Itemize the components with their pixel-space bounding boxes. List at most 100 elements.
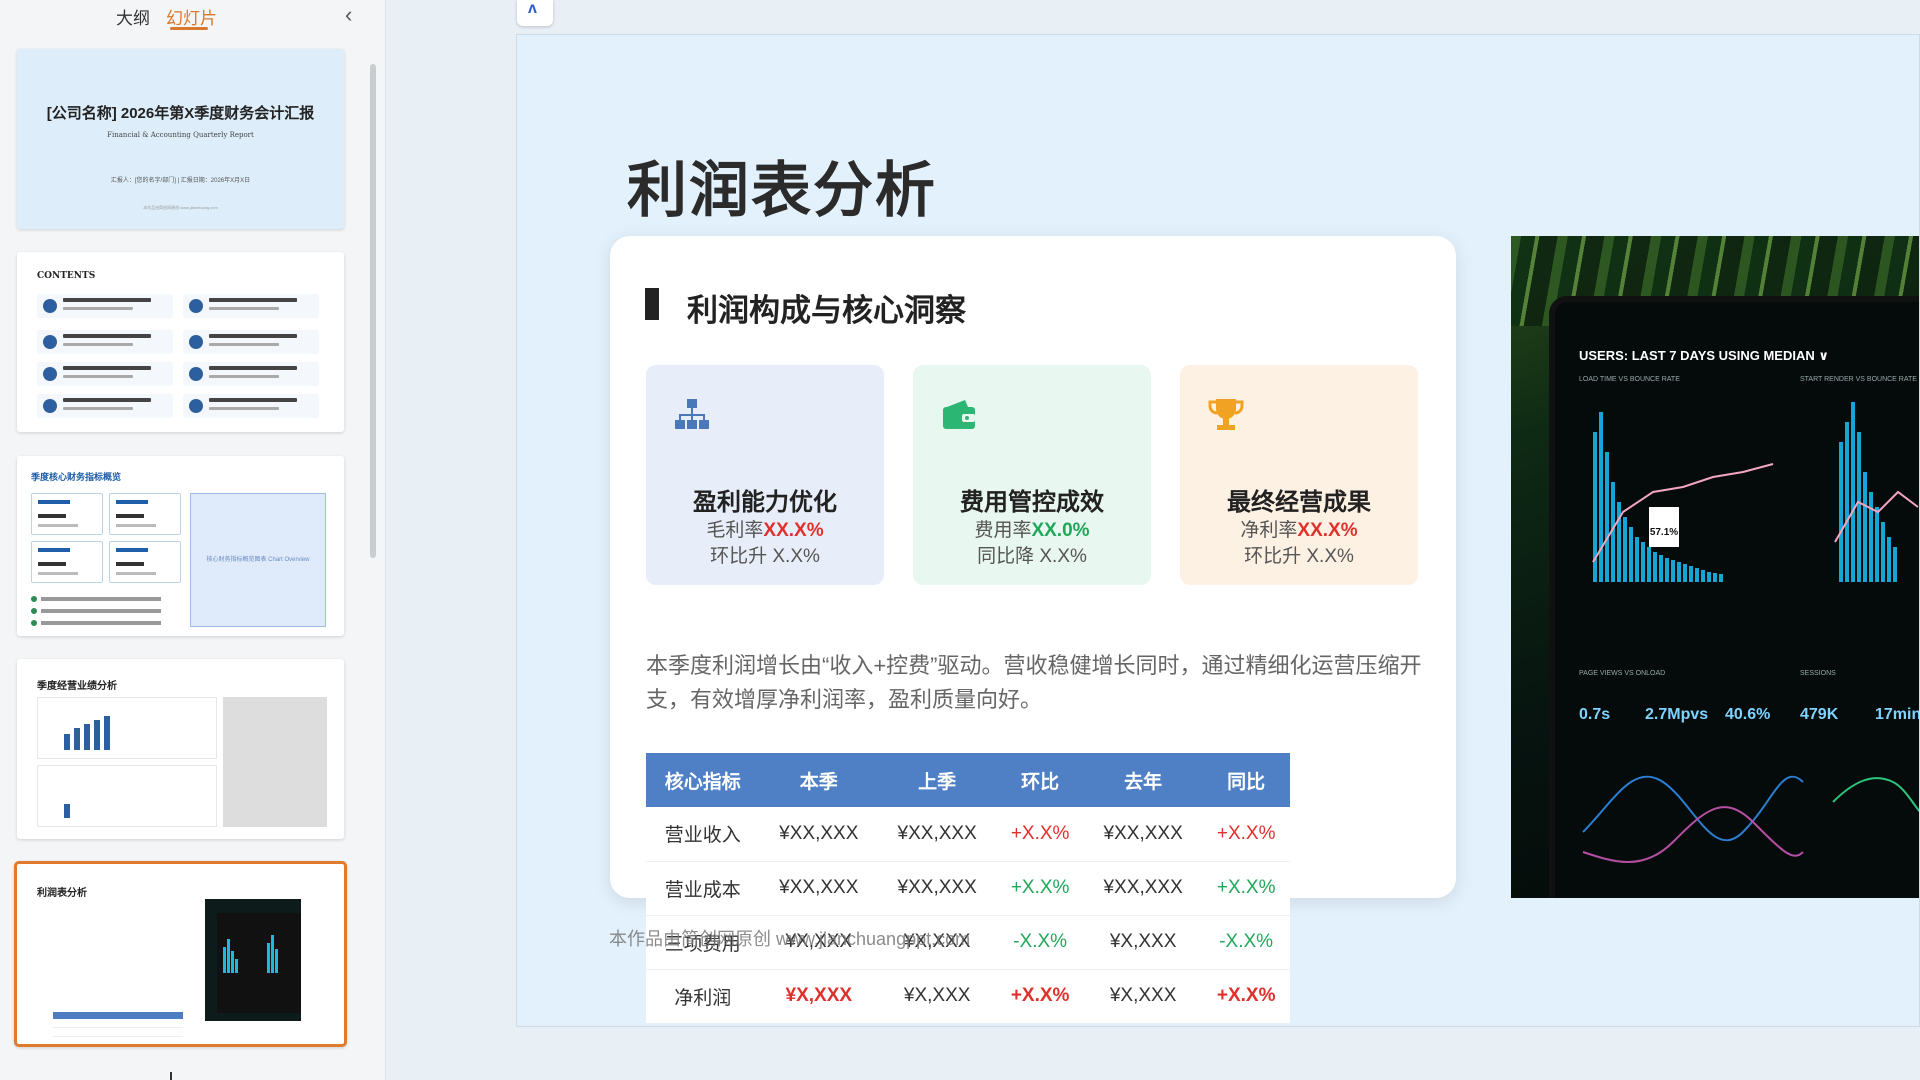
contents-item bbox=[183, 362, 319, 386]
app-logo[interactable]: ʌ bbox=[517, 0, 553, 26]
value-callout: 57.1% bbox=[1649, 507, 1679, 547]
table-header: 上季 bbox=[877, 753, 997, 807]
contents-item bbox=[183, 294, 319, 318]
kpi-title: 最终经营成果 bbox=[1227, 489, 1371, 516]
kpi-value: XX.X% bbox=[1297, 520, 1358, 541]
mini-photo bbox=[205, 899, 301, 1021]
kpi-card-cost-control: 费用管控成效 费用率XX.0% 同比降 X.X% bbox=[913, 365, 1151, 585]
mini-table bbox=[53, 1012, 183, 1044]
monitor-line-chart bbox=[1582, 775, 1919, 863]
table-row: 营业成本 ¥XX,XXX ¥XX,XXX +X.X% ¥XX,XXX +X.X% bbox=[646, 861, 1290, 916]
sessions-label: SESSIONS bbox=[1800, 670, 1836, 677]
table-cell: +X.X% bbox=[996, 861, 1084, 916]
kpi-label: 费用率 bbox=[974, 520, 1032, 541]
slide-panel: 大纲 幻灯片 ‹ [公司名称] 2026年第X季度财务会计汇报 Financia… bbox=[0, 0, 386, 1080]
placeholder-label: 核心财务指标概览图表 Chart Overview bbox=[206, 557, 310, 563]
contents-item bbox=[37, 294, 173, 318]
bullet-row bbox=[31, 620, 179, 626]
table-cell: ¥XX,XXX bbox=[1083, 861, 1203, 916]
table-header: 同比 bbox=[1202, 753, 1290, 807]
bullet-row bbox=[31, 596, 179, 602]
image-placeholder bbox=[223, 697, 327, 827]
stat-value: 40.6% bbox=[1725, 706, 1771, 723]
chart-panel bbox=[37, 697, 217, 759]
slide-thumbnail-4[interactable]: 季度经营业绩分析 bbox=[17, 659, 344, 839]
org-chart-icon bbox=[675, 399, 709, 429]
slide-thumbnail-5-selected[interactable]: 利润表分析 bbox=[14, 861, 347, 1047]
table-cell: +X.X% bbox=[1216, 985, 1276, 1007]
slide-thumbnail-3[interactable]: 季度核心财务指标概览 核心财务指标概览图表 Chart Overview bbox=[17, 456, 344, 636]
panel-footer-mark bbox=[170, 1072, 172, 1080]
monitor: USERS: LAST 7 DAYS USING MEDIAN ∨ LOAD T… bbox=[1549, 296, 1920, 898]
table-cell: ¥X,XXX bbox=[1083, 915, 1203, 970]
thumb-title: 利润表分析 bbox=[37, 888, 87, 899]
kpi-title: 费用管控成效 bbox=[960, 489, 1104, 516]
thumb-title: [公司名称] 2026年第X季度财务会计汇报 bbox=[46, 105, 315, 122]
metric-card bbox=[31, 493, 103, 535]
section-title: 利润构成与核心洞察 bbox=[687, 293, 966, 328]
kpi-card-final-result: 最终经营成果 净利率XX.X% 环比升 X.X% bbox=[1180, 365, 1418, 585]
table-row: 营业收入 ¥XX,XXX ¥XX,XXX +X.X% ¥XX,XXX +X.X% bbox=[646, 807, 1290, 862]
kpi-label: 净利率 bbox=[1240, 520, 1298, 541]
table-header-row: 核心指标 本季 上季 环比 去年 同比 bbox=[646, 753, 1290, 807]
contents-item bbox=[37, 362, 173, 386]
contents-item bbox=[37, 330, 173, 354]
thumb-title: 季度核心财务指标概览 bbox=[31, 472, 122, 482]
slide-thumbnail-2[interactable]: CONTENTS bbox=[17, 252, 344, 432]
bottom-label: PAGE VIEWS VS ONLOAD bbox=[1579, 670, 1666, 677]
kpi-card-profitability: 盈利能力优化 毛利率XX.X% 环比升 X.X% bbox=[646, 365, 884, 585]
slide-title: 利润表分析 bbox=[627, 157, 937, 224]
table-cell: +X.X% bbox=[996, 807, 1084, 862]
insight-description: 本季度利润增长由“收入+控费”驱动。营收稳健增长同时，通过精细化运营压缩开支，有… bbox=[646, 653, 1422, 712]
table-cell: 营业成本 bbox=[646, 861, 760, 916]
table-cell: +X.X% bbox=[1202, 807, 1290, 862]
table-cell: ¥XX,XXX bbox=[877, 861, 997, 916]
contents-item bbox=[183, 330, 319, 354]
chart-placeholder: 核心财务指标概览图表 Chart Overview bbox=[190, 493, 326, 627]
stat-value: 0.7s bbox=[1579, 706, 1611, 723]
chart-panel bbox=[37, 765, 217, 827]
mini-card bbox=[31, 899, 201, 1037]
thumb-subtitle: Financial & Accounting Quarterly Report bbox=[107, 131, 254, 139]
active-tab-indicator bbox=[170, 27, 208, 30]
monitor-sub-left: LOAD TIME VS BOUNCE RATE bbox=[1579, 376, 1680, 383]
monitor-heading: USERS: LAST 7 DAYS USING MEDIAN ∨ bbox=[1579, 348, 1829, 363]
slide-canvas[interactable]: 利润表分析 利润构成与核心洞察 盈利能力优化 毛利率XX.X% 环比升 X.X% bbox=[516, 34, 1920, 1027]
kpi-line: 净利率XX.X% bbox=[1180, 515, 1418, 542]
metric-card bbox=[109, 493, 181, 535]
tab-outline[interactable]: 大纲 bbox=[116, 4, 150, 29]
thumb-title: CONTENTS bbox=[37, 271, 96, 281]
section-bar bbox=[645, 288, 659, 320]
kpi-title: 盈利能力优化 bbox=[693, 489, 837, 516]
table-cell: ¥X,XXX bbox=[903, 985, 971, 1007]
table-cell: ¥XX,XXX bbox=[759, 807, 878, 862]
stat-value: 2.7Mpvs bbox=[1645, 706, 1709, 723]
table-cell: -X.X% bbox=[996, 915, 1084, 970]
kpi-sub: 环比升 X.X% bbox=[1244, 546, 1354, 567]
thumb-footer: 本作品由简创网原创 www.jianchuang.com bbox=[143, 205, 218, 210]
metric-card bbox=[31, 541, 103, 583]
panel-scrollbar[interactable] bbox=[370, 64, 376, 558]
profit-table: 核心指标 本季 上季 环比 去年 同比 营业收入 ¥XX,XXX ¥XX,XXX… bbox=[646, 753, 1290, 1023]
table-cell: 营业收入 bbox=[646, 807, 760, 862]
contents-item bbox=[37, 394, 173, 418]
kpi-value: XX.X% bbox=[763, 520, 824, 541]
slide-thumbnail-1[interactable]: [公司名称] 2026年第X季度财务会计汇报 Financial & Accou… bbox=[17, 49, 344, 229]
tab-slides[interactable]: 幻灯片 bbox=[166, 4, 217, 29]
table-row: 净利润 ¥X,XXX ¥X,XXX +X.X% ¥X,XXX +X.X% bbox=[646, 969, 1290, 1023]
watermark: 本作品由简创网原创 www.jianchuangppt.com bbox=[609, 929, 971, 949]
chevron-left-icon[interactable]: ‹ bbox=[345, 2, 352, 28]
contents-item bbox=[183, 394, 319, 418]
wallet-icon bbox=[943, 400, 975, 429]
kpi-label: 毛利率 bbox=[706, 520, 764, 541]
monitor-histogram bbox=[1592, 402, 1919, 582]
thumb-meta: 汇报人：[您的名字/部门] | 汇报日期：2026年X月X日 bbox=[110, 178, 251, 184]
table-cell: ¥XX,XXX bbox=[759, 861, 878, 916]
table-cell: ¥XX,XXX bbox=[877, 807, 997, 862]
stat-value: 17min bbox=[1875, 706, 1920, 723]
table-cell: ¥X,XXX bbox=[1109, 985, 1177, 1007]
table-cell: 净利润 bbox=[674, 987, 732, 1009]
table-cell: +X.X% bbox=[1202, 861, 1290, 916]
table-header: 去年 bbox=[1083, 753, 1203, 807]
table-header: 本季 bbox=[759, 753, 878, 807]
